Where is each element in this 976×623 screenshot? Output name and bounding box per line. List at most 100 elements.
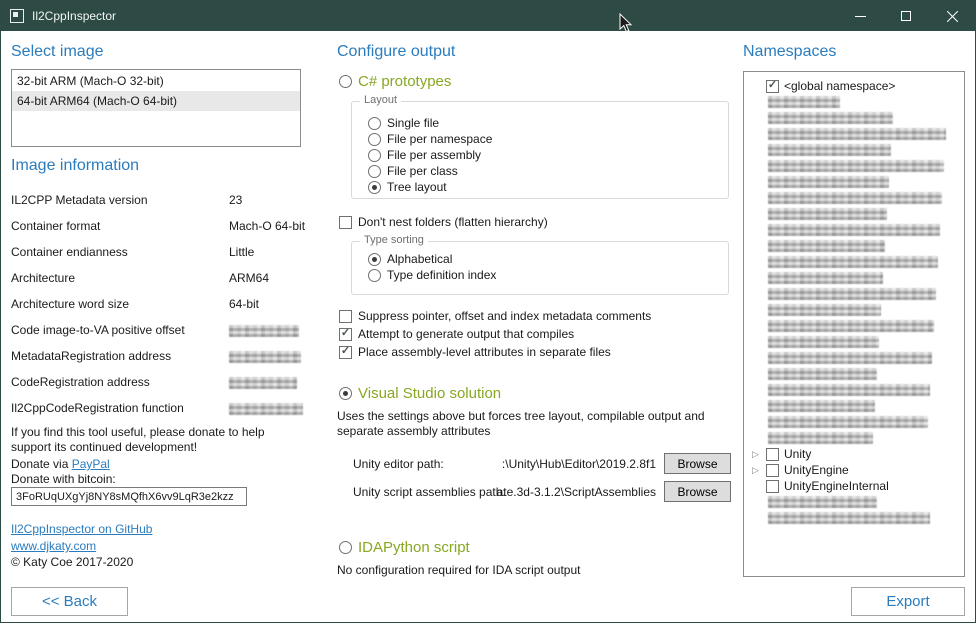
- export-button[interactable]: Export: [851, 587, 965, 616]
- info-value: ARM64: [229, 271, 303, 285]
- app-icon: [10, 9, 24, 23]
- namespace-item-redacted[interactable]: [750, 494, 964, 510]
- namespace-label: UnityEngine: [784, 463, 849, 477]
- checkbox-label: Place assembly-level attributes in separ…: [358, 345, 611, 359]
- radio-alphabetical[interactable]: Alphabetical: [368, 252, 452, 266]
- radio-button-icon: [368, 117, 381, 130]
- namespace-item-redacted[interactable]: [750, 286, 964, 302]
- redacted-text: [768, 368, 877, 380]
- browse-script-assemblies-button[interactable]: Browse: [664, 481, 731, 502]
- redacted-text: [768, 128, 946, 140]
- radio-file-per-namespace[interactable]: File per namespace: [368, 132, 492, 146]
- paypal-line: Donate via PayPal: [11, 457, 110, 471]
- namespace-item-unityengineinternal[interactable]: ▷ ✓ UnityEngineInternal: [750, 478, 964, 494]
- namespace-item-redacted[interactable]: [750, 206, 964, 222]
- checkbox-flatten-hierarchy[interactable]: ✓ Don't nest folders (flatten hierarchy): [339, 215, 548, 229]
- redacted-text: [768, 288, 936, 300]
- namespace-item-redacted[interactable]: [750, 222, 964, 238]
- expander-icon[interactable]: ▷: [750, 462, 761, 478]
- info-label: Code image-to-VA positive offset: [11, 323, 229, 337]
- namespace-item-redacted[interactable]: [750, 334, 964, 350]
- paypal-link[interactable]: PayPal: [72, 457, 110, 471]
- info-value-redacted: [229, 349, 303, 363]
- bitcoin-address-input[interactable]: [11, 487, 247, 506]
- namespace-item-redacted[interactable]: [750, 270, 964, 286]
- namespace-item-redacted[interactable]: [750, 110, 964, 126]
- website-link[interactable]: www.djkaty.com: [11, 539, 96, 553]
- radio-idapython-script[interactable]: IDAPython script: [339, 539, 470, 556]
- redacted-text: [768, 512, 930, 524]
- namespaces-heading: Namespaces: [743, 43, 836, 61]
- info-value: 23: [229, 193, 303, 207]
- back-button[interactable]: << Back: [11, 587, 128, 616]
- redacted-text: [768, 352, 932, 364]
- namespace-item-redacted[interactable]: [750, 126, 964, 142]
- maximize-button[interactable]: [883, 1, 929, 31]
- checkbox-compilable-output[interactable]: ✓ Attempt to generate output that compil…: [339, 327, 574, 341]
- script-assemblies-path-label: Unity script assemblies path:: [353, 485, 506, 499]
- namespace-redacted-group: [750, 94, 964, 446]
- namespace-label: Unity: [784, 447, 811, 461]
- namespace-item-redacted[interactable]: [750, 510, 964, 526]
- checkbox-icon: ✓: [339, 216, 352, 229]
- github-link[interactable]: Il2CppInspector on GitHub: [11, 522, 152, 536]
- info-value: 64-bit: [229, 297, 303, 311]
- namespace-item-redacted[interactable]: [750, 414, 964, 430]
- radio-label: Alphabetical: [387, 252, 452, 266]
- namespace-item-redacted[interactable]: [750, 398, 964, 414]
- info-label: MetadataRegistration address: [11, 349, 229, 363]
- namespace-item-redacted[interactable]: [750, 302, 964, 318]
- radio-file-per-class[interactable]: File per class: [368, 164, 458, 178]
- radio-file-per-assembly[interactable]: File per assembly: [368, 148, 481, 162]
- type-sorting-group-label: Type sorting: [360, 234, 428, 246]
- list-item-32bit-arm[interactable]: 32-bit ARM (Mach-O 32-bit): [12, 71, 300, 91]
- info-value-redacted: [229, 401, 303, 415]
- checkbox-suppress-metadata-comments[interactable]: ✓ Suppress pointer, offset and index met…: [339, 309, 651, 323]
- info-value: Mach-O 64-bit: [229, 219, 303, 233]
- radio-label: File per assembly: [387, 148, 481, 162]
- namespace-item-redacted[interactable]: [750, 254, 964, 270]
- radio-single-file[interactable]: Single file: [368, 116, 439, 130]
- radio-tree-layout[interactable]: Tree layout: [368, 180, 447, 194]
- redacted-text: [768, 112, 893, 124]
- layout-groupbox: Layout Single file File per namespace Fi…: [351, 101, 729, 199]
- expander-icon[interactable]: ▷: [750, 446, 761, 462]
- browse-unity-editor-button[interactable]: Browse: [664, 453, 731, 474]
- copyright-text: © Katy Coe 2017-2020: [11, 555, 133, 569]
- radio-visual-studio-solution[interactable]: Visual Studio solution: [339, 385, 501, 402]
- namespace-item-redacted[interactable]: [750, 430, 964, 446]
- radio-type-definition-index[interactable]: Type definition index: [368, 268, 496, 282]
- namespace-item-redacted[interactable]: [750, 382, 964, 398]
- namespace-item-global[interactable]: ▷ ✓ <global namespace>: [750, 78, 964, 94]
- namespace-item-unity[interactable]: ▷ ✓ Unity: [750, 446, 964, 462]
- radio-label: File per namespace: [387, 132, 492, 146]
- namespace-item-redacted[interactable]: [750, 174, 964, 190]
- checkbox-label: Suppress pointer, offset and index metad…: [358, 309, 651, 323]
- list-item-64bit-arm64[interactable]: 64-bit ARM64 (Mach-O 64-bit): [12, 91, 300, 111]
- namespace-item-unityengine[interactable]: ▷ ✓ UnityEngine: [750, 462, 964, 478]
- namespace-item-redacted[interactable]: [750, 94, 964, 110]
- close-button[interactable]: [929, 1, 975, 31]
- namespace-item-redacted[interactable]: [750, 190, 964, 206]
- namespace-item-redacted[interactable]: [750, 318, 964, 334]
- checkbox-separate-assembly-attributes[interactable]: ✓ Place assembly-level attributes in sep…: [339, 345, 611, 359]
- radio-label: IDAPython script: [358, 539, 470, 556]
- info-value: Little: [229, 245, 303, 259]
- select-image-heading: Select image: [11, 43, 104, 61]
- redacted-text: [768, 304, 881, 316]
- namespace-tree[interactable]: ▷ ✓ <global namespace> ▷ ✓ Unity ▷ ✓ Uni…: [743, 71, 965, 577]
- minimize-button[interactable]: [837, 1, 883, 31]
- namespace-item-redacted[interactable]: [750, 350, 964, 366]
- namespace-item-redacted[interactable]: [750, 238, 964, 254]
- checkbox-icon: ✓: [766, 464, 779, 477]
- namespace-label: <global namespace>: [784, 79, 895, 93]
- image-listbox[interactable]: 32-bit ARM (Mach-O 32-bit) 64-bit ARM64 …: [11, 69, 301, 147]
- redacted-text: [229, 325, 299, 337]
- redacted-text: [768, 400, 875, 412]
- radio-csharp-prototypes[interactable]: C# prototypes: [339, 73, 451, 90]
- namespace-item-redacted[interactable]: [750, 142, 964, 158]
- checkbox-icon: ✓: [339, 346, 352, 359]
- checkbox-label: Don't nest folders (flatten hierarchy): [358, 215, 548, 229]
- namespace-item-redacted[interactable]: [750, 366, 964, 382]
- namespace-item-redacted[interactable]: [750, 158, 964, 174]
